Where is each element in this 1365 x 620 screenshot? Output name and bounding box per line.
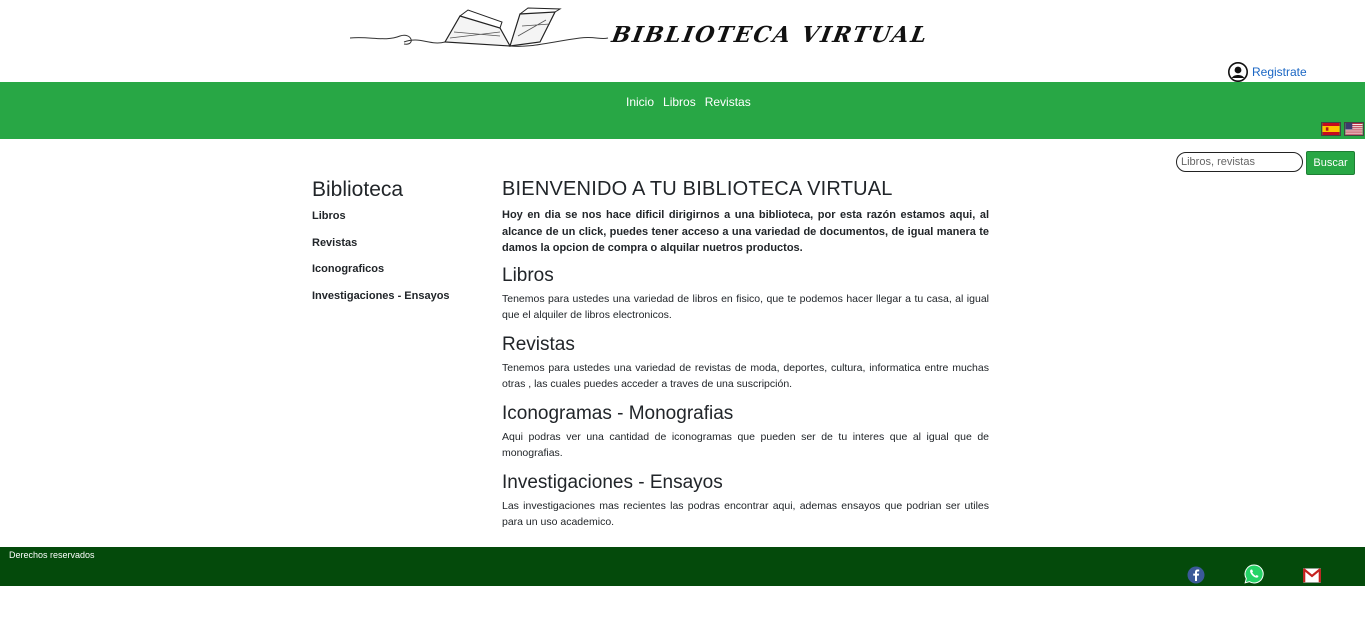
language-selector — [1321, 122, 1364, 136]
sidebar-item-libros[interactable]: Libros — [312, 210, 482, 237]
section-text-libros: Tenemos para ustedes una variedad de lib… — [502, 292, 989, 322]
sidebar: Biblioteca Libros Revistas Iconograficos… — [312, 178, 482, 316]
sidebar-item-revistas[interactable]: Revistas — [312, 237, 482, 264]
sidebar-item-investigaciones[interactable]: Investigaciones - Ensayos — [312, 290, 482, 317]
gmail-icon[interactable] — [1303, 568, 1321, 583]
user-avatar-icon — [1228, 62, 1248, 82]
page-title: BIENVENIDO A TU BIBLIOTECA VIRTUAL — [502, 178, 893, 200]
search-input[interactable] — [1176, 152, 1303, 172]
nav-item-libros[interactable]: Libros — [663, 95, 696, 109]
site-logo: BIBLIOTECA VIRTUAL — [350, 6, 1005, 50]
main-navbar: Inicio Libros Revistas — [0, 82, 1365, 139]
search-button[interactable]: Buscar — [1306, 151, 1355, 175]
section-text-iconogramas: Aqui podras ver una cantidad de iconogra… — [502, 430, 989, 460]
logo-title: BIBLIOTECA VIRTUAL — [609, 22, 931, 48]
nav-links: Inicio Libros Revistas — [626, 95, 751, 109]
open-book-logo-icon — [350, 7, 609, 47]
section-text-revistas: Tenemos para ustedes una variedad de rev… — [502, 361, 989, 391]
intro-text: Hoy en dia se nos hace dificil dirigirno… — [502, 209, 989, 254]
sidebar-item-iconograficos[interactable]: Iconograficos — [312, 263, 482, 290]
copyright-text: Derechos reservados — [9, 550, 95, 560]
nav-item-inicio[interactable]: Inicio — [626, 95, 654, 109]
section-title-libros: Libros — [502, 264, 554, 286]
es-flag-icon[interactable] — [1321, 122, 1341, 136]
section-title-investigaciones: Investigaciones - Ensayos — [502, 471, 723, 493]
section-title-revistas: Revistas — [502, 333, 575, 355]
facebook-icon[interactable] — [1187, 566, 1205, 584]
section-title-iconogramas: Iconogramas - Monografias — [502, 402, 734, 424]
footer: Derechos reservados — [0, 547, 1365, 586]
register-link[interactable]: Registrate — [1228, 62, 1307, 82]
main-content: BIENVENIDO A TU BIBLIOTECA VIRTUAL Hoy e… — [502, 178, 989, 541]
section-text-investigaciones: Las investigaciones mas recientes las po… — [502, 499, 989, 529]
search-form: Buscar — [1176, 151, 1355, 175]
sidebar-title: Biblioteca — [312, 178, 404, 201]
nav-item-revistas[interactable]: Revistas — [705, 95, 751, 109]
register-label[interactable]: Registrate — [1252, 65, 1307, 79]
us-flag-icon[interactable] — [1344, 122, 1364, 136]
whatsapp-icon[interactable] — [1244, 564, 1264, 584]
